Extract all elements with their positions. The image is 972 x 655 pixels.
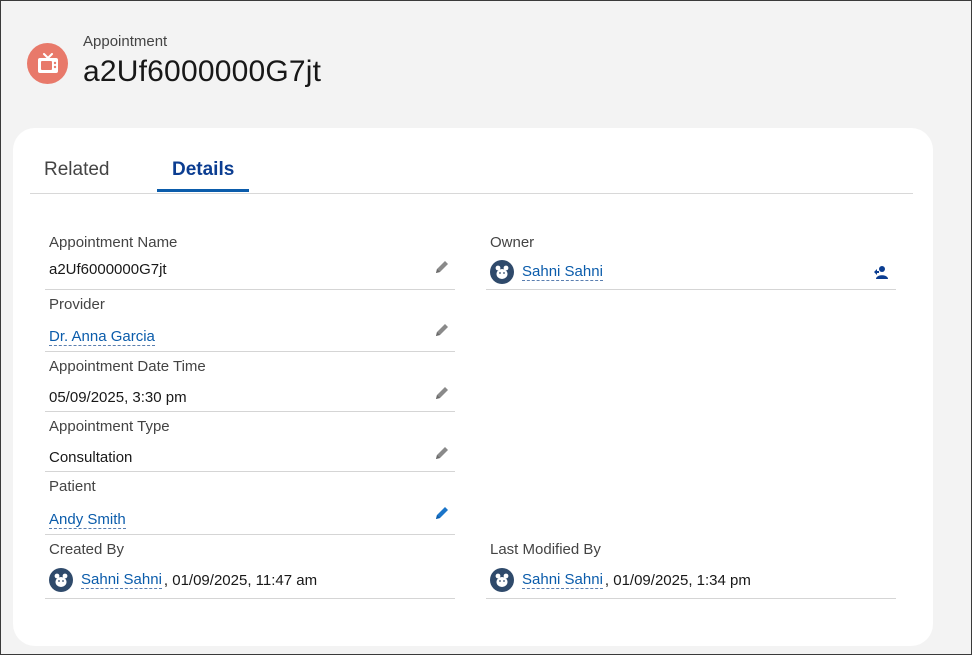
field-value: 05/09/2025, 3:30 pm: [49, 389, 187, 406]
created-by-user-link[interactable]: Sahni Sahni: [81, 571, 162, 589]
active-tab-indicator: [157, 189, 249, 192]
app-frame: Appointment a2Uf6000000G7jt Related Deta…: [0, 0, 972, 655]
field-appointment-type: Appointment Type Consultation: [45, 412, 455, 472]
field-created-by: Created By Sahni Sahni , 01/09/2025, 11:…: [45, 535, 455, 599]
field-value: Consultation: [49, 449, 133, 466]
tab-bar: Related Details: [30, 128, 913, 194]
field-label: Appointment Name: [49, 234, 178, 251]
owner-user-link[interactable]: Sahni Sahni: [522, 263, 603, 281]
field-label: Appointment Date Time: [49, 358, 206, 375]
field-value: Sahni Sahni , 01/09/2025, 1:34 pm: [490, 568, 751, 592]
field-value: Sahni Sahni: [490, 260, 603, 284]
user-avatar: [490, 260, 514, 284]
provider-link[interactable]: Dr. Anna Garcia: [49, 328, 155, 346]
created-timestamp: , 01/09/2025, 11:47 am: [163, 571, 318, 589]
user-avatar: [490, 568, 514, 592]
field-label: Provider: [49, 296, 105, 313]
tv-icon: [27, 43, 68, 84]
pencil-icon[interactable]: [433, 504, 451, 522]
change-owner-icon[interactable]: [872, 263, 890, 281]
tab-details[interactable]: Details: [172, 159, 234, 181]
last-modified-user-link[interactable]: Sahni Sahni: [522, 571, 603, 589]
pencil-icon[interactable]: [433, 321, 451, 339]
field-value: a2Uf6000000G7jt: [49, 261, 167, 278]
field-label: Created By: [49, 541, 125, 558]
details-card: Related Details Appointment Name a2Uf600…: [13, 128, 933, 646]
tab-related[interactable]: Related: [44, 159, 110, 181]
field-label: Appointment Type: [49, 418, 170, 435]
field-appointment-name: Appointment Name a2Uf6000000G7jt: [45, 228, 455, 290]
field-label: Owner: [490, 234, 535, 251]
field-owner: Owner Sahni Sahni: [486, 228, 896, 290]
field-patient: Patient Andy Smith: [45, 472, 455, 535]
page-title: a2Uf6000000G7jt: [83, 55, 322, 88]
field-value: Andy Smith: [49, 511, 126, 529]
field-label: Patient: [49, 478, 96, 495]
field-provider: Provider Dr. Anna Garcia: [45, 290, 455, 352]
object-label: Appointment: [83, 33, 168, 50]
field-last-modified-by: Last Modified By Sahni Sahni , 01/09/202…: [486, 535, 896, 599]
pencil-icon[interactable]: [433, 444, 451, 462]
user-avatar: [49, 568, 73, 592]
field-label: Last Modified By: [490, 541, 601, 558]
field-appointment-date-time: Appointment Date Time 05/09/2025, 3:30 p…: [45, 352, 455, 412]
field-value: Dr. Anna Garcia: [49, 328, 155, 346]
pencil-icon[interactable]: [433, 258, 451, 276]
field-value: Sahni Sahni , 01/09/2025, 11:47 am: [49, 568, 317, 592]
patient-link[interactable]: Andy Smith: [49, 511, 126, 529]
pencil-icon[interactable]: [433, 384, 451, 402]
last-modified-timestamp: , 01/09/2025, 1:34 pm: [604, 571, 751, 589]
